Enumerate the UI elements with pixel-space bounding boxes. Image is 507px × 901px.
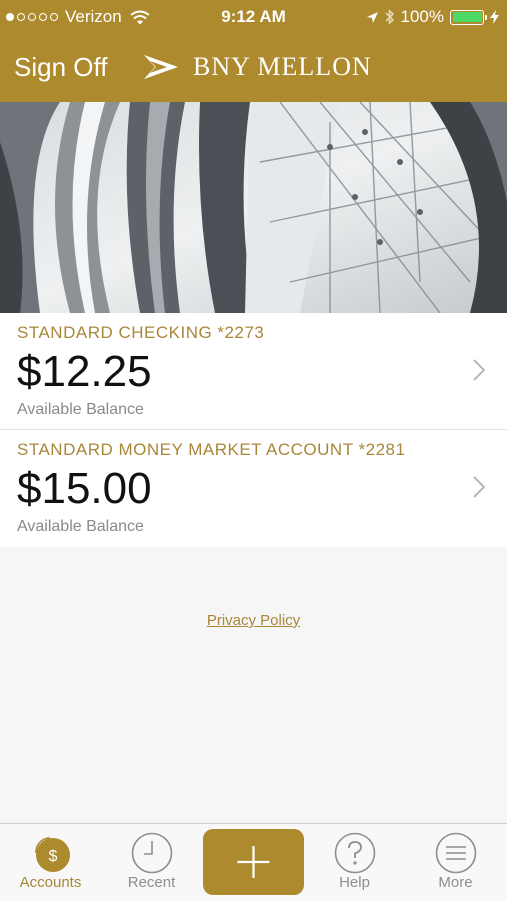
nav-bar: Sign Off BNY MELLON xyxy=(0,34,507,102)
account-row-money-market[interactable]: STANDARD MONEY MARKET ACCOUNT *2281 $15.… xyxy=(0,430,507,547)
tab-label: Recent xyxy=(127,874,176,891)
status-bar: Verizon 9:12 AM 100% xyxy=(0,0,507,34)
tab-help[interactable]: Help xyxy=(304,824,405,901)
tab-accounts[interactable]: $ Accounts xyxy=(0,824,101,901)
tab-label: Accounts xyxy=(19,874,82,891)
battery-percent: 100% xyxy=(400,7,444,26)
account-balance: $12.25 xyxy=(17,347,152,396)
chevron-right-icon xyxy=(473,359,485,381)
accounts-dollar-icon: $ xyxy=(34,837,70,872)
bny-mellon-logo-icon xyxy=(144,55,178,79)
available-balance-label: Available Balance xyxy=(17,401,144,418)
more-menu-icon xyxy=(435,832,476,874)
hero-architecture-image xyxy=(0,102,507,313)
tab-label: More xyxy=(438,874,473,891)
hero-image xyxy=(0,102,507,313)
privacy-policy-link[interactable]: Privacy Policy xyxy=(207,612,300,629)
brand-name: BNY MELLON xyxy=(193,52,372,81)
tab-label: Help xyxy=(339,874,370,891)
tab-recent[interactable]: Recent xyxy=(101,824,202,901)
tab-more[interactable]: More xyxy=(405,824,506,901)
tab-bar: $ Accounts Recent Help More xyxy=(0,823,507,901)
brand-logo: BNY MELLON xyxy=(143,52,372,82)
add-button[interactable] xyxy=(203,829,304,895)
battery-icon xyxy=(450,9,487,25)
account-name: STANDARD CHECKING *2273 xyxy=(17,323,265,342)
account-balance: $15.00 xyxy=(17,464,152,513)
help-question-icon xyxy=(334,832,375,874)
clock-icon xyxy=(131,832,172,874)
account-name: STANDARD MONEY MARKET ACCOUNT *2281 xyxy=(17,440,406,459)
available-balance-label: Available Balance xyxy=(17,518,144,535)
status-right: 100% xyxy=(366,7,499,27)
sign-off-button[interactable]: Sign Off xyxy=(14,52,107,83)
accounts-list: STANDARD CHECKING *2273 $12.25 Available… xyxy=(0,313,507,547)
location-arrow-icon xyxy=(366,11,378,23)
plus-icon xyxy=(237,846,270,878)
privacy-policy-container: Privacy Policy xyxy=(0,612,507,630)
account-row-checking[interactable]: STANDARD CHECKING *2273 $12.25 Available… xyxy=(0,313,507,430)
bluetooth-icon xyxy=(384,9,394,25)
dollar-glyph: $ xyxy=(48,848,57,865)
charging-bolt-icon xyxy=(490,10,499,24)
chevron-right-icon xyxy=(473,476,485,498)
